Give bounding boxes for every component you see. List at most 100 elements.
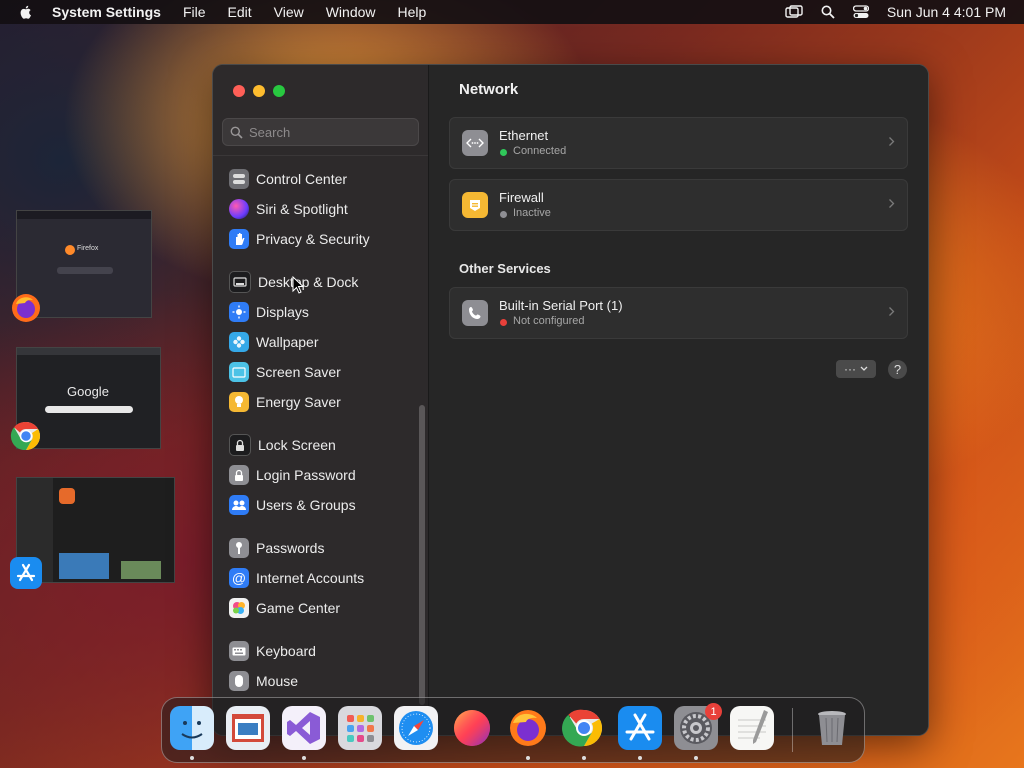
menu-clock[interactable]: Sun Jun 4 4:01 PM: [887, 4, 1006, 20]
sidebar-item-siri-spotlight[interactable]: Siri & Spotlight: [229, 197, 348, 221]
dock-running-indicator: [694, 756, 698, 760]
hand-icon: [229, 229, 249, 249]
sidebar-item-keyboard[interactable]: Keyboard: [229, 639, 316, 663]
mouse-cursor-icon: [292, 276, 304, 294]
sidebar-item-lock-screen[interactable]: Lock Screen: [229, 433, 336, 457]
other-services-heading: Other Services: [459, 261, 551, 276]
menu-help[interactable]: Help: [398, 4, 427, 20]
lock-icon: [229, 465, 249, 485]
help-label: ?: [893, 362, 902, 377]
thumb-firefox-label: Firefox: [77, 245, 99, 252]
dock-icon: [229, 271, 251, 293]
lock-icon: [229, 434, 251, 456]
more-label: ···: [844, 362, 856, 376]
keyboard-icon: [229, 641, 249, 661]
sidebar-item-label: Siri & Spotlight: [256, 201, 348, 217]
service-row-ethernet[interactable]: Ethernet Connected: [449, 117, 908, 169]
zoom-button[interactable]: [273, 85, 285, 97]
sidebar-item-label: Control Center: [256, 171, 348, 187]
screen-mirroring-icon[interactable]: [785, 5, 803, 19]
dock: 1: [161, 697, 865, 763]
sidebar-item-screen-saver[interactable]: Screen Saver: [229, 360, 341, 384]
dock-running-indicator: [526, 756, 530, 760]
menu-edit[interactable]: Edit: [228, 4, 252, 20]
dock-preview[interactable]: [226, 706, 270, 750]
dock-chrome[interactable]: [562, 706, 606, 750]
dock-safari[interactable]: [394, 706, 438, 750]
dock-running-indicator: [582, 756, 586, 760]
system-settings-window: Search Control Center Siri & Spotlight P…: [212, 64, 929, 736]
sidebar-item-label: Users & Groups: [256, 497, 356, 513]
spotlight-search-icon[interactable]: [821, 5, 835, 19]
sidebar-scrollbar[interactable]: [419, 405, 425, 705]
sidebar-item-label: Desktop & Dock: [258, 274, 359, 290]
app-store-app-icon[interactable]: [10, 557, 42, 589]
apple-menu-icon[interactable]: [18, 4, 34, 20]
sun-icon: [229, 302, 249, 322]
sidebar-list[interactable]: Control Center Siri & Spotlight Privacy …: [213, 155, 428, 735]
control-center-icon[interactable]: [852, 5, 869, 19]
more-actions-button[interactable]: ···: [836, 360, 876, 378]
sidebar-item-label: Screen Saver: [256, 364, 341, 380]
control-center-icon: [229, 169, 249, 189]
sidebar-item-passwords[interactable]: Passwords: [229, 536, 324, 560]
chevron-down-icon: [860, 366, 868, 371]
dock-visual-studio[interactable]: [282, 706, 326, 750]
dock-app-store[interactable]: [618, 706, 662, 750]
firewall-icon: [462, 192, 488, 218]
service-row-serial-port[interactable]: Built-in Serial Port (1) Not configured: [449, 287, 908, 339]
service-row-firewall[interactable]: Firewall Inactive: [449, 179, 908, 231]
mouse-icon: [229, 671, 249, 691]
dock-textedit[interactable]: [730, 706, 774, 750]
status-dot: [500, 211, 507, 218]
ethernet-icon: [462, 130, 488, 156]
search-icon: [230, 126, 243, 139]
flower-icon: [229, 332, 249, 352]
menu-window[interactable]: Window: [326, 4, 376, 20]
app-menu[interactable]: System Settings: [52, 4, 161, 20]
sidebar-item-label: Passwords: [256, 540, 325, 556]
sidebar-item-internet-accounts[interactable]: @ Internet Accounts: [229, 566, 364, 590]
dock-launchpad[interactable]: [338, 706, 382, 750]
key-icon: [229, 538, 249, 558]
sidebar-item-label: Game Center: [256, 600, 341, 616]
sidebar-item-label: Login Password: [256, 467, 356, 483]
search-field[interactable]: Search: [222, 118, 419, 146]
dock-finder[interactable]: [170, 706, 214, 750]
sidebar-item-wallpaper[interactable]: Wallpaper: [229, 330, 319, 354]
sidebar-item-control-center[interactable]: Control Center: [229, 167, 347, 191]
dock-running-indicator: [302, 756, 306, 760]
users-icon: [229, 495, 249, 515]
sidebar-item-label: Energy Saver: [256, 394, 341, 410]
chevron-right-icon: [889, 199, 895, 208]
close-button[interactable]: [233, 85, 245, 97]
service-status: Inactive: [513, 207, 551, 219]
service-status: Not configured: [513, 315, 585, 327]
dock-firefox[interactable]: [506, 706, 550, 750]
chevron-right-icon: [889, 307, 895, 316]
sidebar-item-energy-saver[interactable]: Energy Saver: [229, 390, 341, 414]
dock-trash[interactable]: [810, 706, 854, 750]
firefox-app-icon[interactable]: [10, 292, 42, 324]
sidebar-item-privacy-security[interactable]: Privacy & Security: [229, 227, 370, 251]
sidebar-item-label: Lock Screen: [258, 437, 336, 453]
siri-icon: [229, 199, 249, 219]
game-center-icon: [229, 598, 249, 618]
sidebar-item-game-center[interactable]: Game Center: [229, 596, 340, 620]
menu-view[interactable]: View: [274, 4, 304, 20]
sidebar-item-login-password[interactable]: Login Password: [229, 463, 356, 487]
main-pane: Network Ethernet Connected Firewall Inac…: [429, 65, 928, 735]
sidebar-item-label: Mouse: [256, 673, 299, 689]
sidebar-item-users-groups[interactable]: Users & Groups: [229, 493, 356, 517]
menu-file[interactable]: File: [183, 4, 206, 20]
dock-firefox-developer[interactable]: [450, 706, 494, 750]
minimize-button[interactable]: [253, 85, 265, 97]
sidebar-item-displays[interactable]: Displays: [229, 300, 309, 324]
dock-running-indicator: [190, 756, 194, 760]
screen-saver-icon: [229, 362, 249, 382]
status-dot: [500, 149, 507, 156]
sidebar-item-mouse[interactable]: Mouse: [229, 669, 298, 693]
chrome-app-icon[interactable]: [10, 420, 42, 452]
help-button[interactable]: ?: [888, 360, 907, 379]
sidebar-item-label: Internet Accounts: [256, 570, 365, 586]
